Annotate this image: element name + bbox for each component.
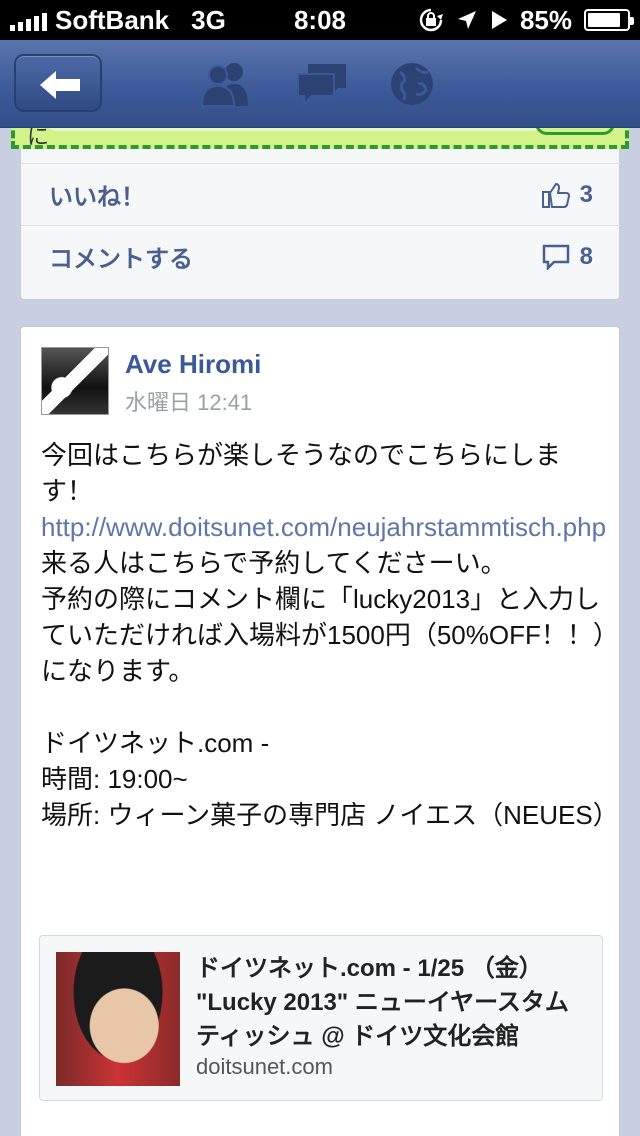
- battery-percent: 85%: [519, 4, 572, 35]
- post-line: 時間: 19:00~: [41, 764, 188, 794]
- link-preview-image: [56, 952, 180, 1086]
- post-line: 来る人はこちらで予約してくださーい。: [41, 548, 507, 578]
- post-link[interactable]: http://www.doitsunet.com/neujahrstammtis…: [41, 509, 607, 545]
- status-right: 85%: [418, 4, 634, 36]
- battery-fill: [588, 13, 621, 27]
- carrier-label: SoftBank: [55, 4, 170, 35]
- post-comment-button[interactable]: [535, 128, 615, 135]
- comment-count-group: 8: [542, 243, 593, 271]
- back-arrow-icon: [40, 71, 80, 99]
- like-action-row[interactable]: いいね！ 3: [21, 163, 621, 225]
- post-line: 場所: ウィーン菓子の専門店 ノイエス（NEUES）: [41, 800, 619, 830]
- link-preview-domain: doitsunet.com: [196, 1054, 333, 1079]
- comment-bubble-icon: [542, 244, 569, 270]
- comment-count: 8: [579, 242, 593, 270]
- friends-icon[interactable]: [198, 60, 254, 108]
- news-feed[interactable]: に いいね！ 3 コメントする 8 Ave Hiromi 水曜日 12:41 今…: [0, 128, 640, 1136]
- comment-input-area[interactable]: [45, 128, 545, 131]
- nav-bar: [0, 40, 640, 128]
- location-arrow-icon: [457, 11, 476, 29]
- post-card: Ave Hiromi 水曜日 12:41 今回はこちらが楽しそうなのでこちらにし…: [20, 326, 620, 1136]
- rotation-lock-icon: [419, 8, 443, 32]
- comment-button-label: コメントする: [49, 246, 193, 273]
- play-icon: [491, 11, 507, 29]
- previous-post-card: に いいね！ 3 コメントする 8: [11, 128, 629, 300]
- network-label: 3G: [191, 4, 226, 35]
- like-count: 3: [579, 180, 593, 208]
- post-line: ドイツネット.com -: [41, 728, 270, 758]
- post-body: 今回はこちらが楽しそうなのでこちらにします！ http://www.doitsu…: [41, 437, 619, 833]
- author-name[interactable]: Ave Hiromi: [125, 349, 261, 380]
- avatar[interactable]: [41, 347, 109, 415]
- highlighted-comment-box: に: [11, 128, 629, 149]
- post-line: 予約の際にコメント欄に「lucky2013」と入力していただければ入場料が150…: [41, 584, 606, 686]
- like-button-label: いいね！: [49, 184, 145, 211]
- battery-icon: [584, 9, 634, 31]
- post-timestamp[interactable]: 水曜日 12:41: [125, 385, 252, 417]
- comment-action-row[interactable]: コメントする 8: [21, 225, 621, 287]
- thumbs-up-icon: [541, 182, 570, 208]
- globe-notifications-icon[interactable]: [384, 60, 440, 108]
- signal-bars-icon: [10, 9, 47, 31]
- link-preview-card[interactable]: ドイツネット.com - 1/25 （金） "Lucky 2013" ニューイヤ…: [39, 935, 603, 1101]
- post-line: 今回はこちらが楽しそうなのでこちらにします！: [41, 440, 562, 506]
- link-preview-title: ドイツネット.com - 1/25 （金） "Lucky 2013" ニューイヤ…: [196, 955, 569, 1050]
- partial-text: に: [27, 128, 50, 149]
- back-button[interactable]: [14, 54, 102, 112]
- like-count-group: 3: [541, 180, 593, 209]
- messages-icon[interactable]: [294, 60, 350, 108]
- status-bar: SoftBank 3G 8:08 85%: [0, 0, 640, 40]
